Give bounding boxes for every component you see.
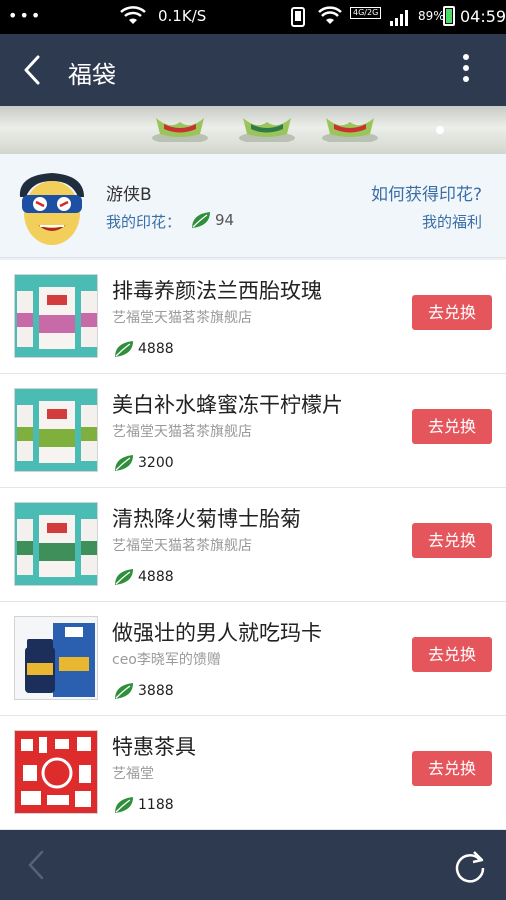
network-speed: 0.1K/S — [158, 7, 207, 25]
product-name: 美白补水蜂蜜冻干柠檬片 — [112, 393, 343, 417]
stamp-price: 1188 — [138, 797, 174, 813]
app-header: 福袋 — [0, 34, 506, 106]
leaf-icon — [113, 795, 135, 819]
avatar[interactable] — [12, 167, 92, 247]
product-image — [14, 616, 98, 700]
store-name: 艺福堂天猫茗茶旗舰店 — [112, 310, 252, 326]
cartoon-frog-image — [322, 118, 378, 142]
promo-banner[interactable] — [0, 106, 506, 154]
list-item[interactable]: 排毒养颜法兰西胎玫瑰 艺福堂天猫茗茶旗舰店 4888 去兑换 — [0, 260, 506, 374]
chevron-left-icon — [28, 850, 44, 880]
product-name: 清热降火菊博士胎菊 — [112, 507, 301, 531]
leaf-icon — [113, 453, 135, 477]
status-bar: ••• 0.1K/S 4G/2G 89% 04:59 — [0, 0, 506, 34]
refresh-icon — [455, 851, 485, 883]
cartoon-frog-image — [152, 118, 208, 142]
stamp-price: 3200 — [138, 455, 174, 471]
wifi-icon — [120, 6, 146, 30]
store-name: 艺福堂天猫茗茶旗舰店 — [112, 424, 252, 440]
product-image — [14, 274, 98, 358]
more-vertical-icon — [463, 54, 469, 60]
how-to-get-stamps-link[interactable]: 如何获得印花? — [371, 180, 482, 205]
cartoon-frog-image — [239, 118, 295, 142]
stamp-price: 4888 — [138, 569, 174, 585]
battery-icon — [443, 6, 455, 26]
redeem-button[interactable]: 去兑换 — [412, 751, 492, 786]
leaf-icon — [113, 567, 135, 591]
notification-dots: ••• — [8, 6, 43, 25]
product-image — [14, 502, 98, 586]
reward-list: 排毒养颜法兰西胎玫瑰 艺福堂天猫茗茶旗舰店 4888 去兑换 美白补水蜂蜜冻干柠… — [0, 260, 506, 830]
redeem-button[interactable]: 去兑换 — [412, 523, 492, 558]
leaf-icon — [190, 210, 212, 234]
product-image — [14, 730, 98, 814]
product-image — [14, 388, 98, 472]
my-welfare-link[interactable]: 我的福利 — [422, 211, 482, 232]
redeem-button[interactable]: 去兑换 — [412, 409, 492, 444]
user-panel: 游侠B 我的印花： 94 如何获得印花? 我的福利 — [0, 154, 506, 258]
more-menu-button[interactable] — [456, 54, 476, 86]
battery-percent: 89% — [418, 9, 445, 23]
chevron-left-icon — [24, 55, 40, 85]
list-item[interactable]: 清热降火菊博士胎菊 艺福堂天猫茗茶旗舰店 4888 去兑换 — [0, 488, 506, 602]
product-name: 做强壮的男人就吃玛卡 — [112, 621, 322, 645]
stamp-label: 我的印花： — [106, 213, 182, 231]
leaf-icon — [113, 681, 135, 705]
store-name: 艺福堂 — [112, 766, 154, 782]
page-title: 福袋 — [68, 61, 116, 89]
wifi-icon — [318, 6, 342, 30]
list-item[interactable]: 特惠茶具 艺福堂 1188 去兑换 — [0, 716, 506, 830]
stamp-price: 4888 — [138, 341, 174, 357]
network-type-badge: 4G/2G — [350, 7, 382, 19]
product-name: 排毒养颜法兰西胎玫瑰 — [112, 279, 322, 303]
store-name: ceo李晓军的馈赠 — [112, 652, 221, 668]
stamp-count: 94 — [215, 211, 235, 229]
clock: 04:59 — [460, 7, 506, 26]
user-name: 游侠B — [106, 185, 152, 205]
redeem-button[interactable]: 去兑换 — [412, 637, 492, 672]
bottom-toolbar — [0, 830, 506, 900]
phone-signal-icon — [290, 7, 310, 31]
store-name: 艺福堂天猫茗茶旗舰店 — [112, 538, 252, 554]
banner-page-indicator — [436, 126, 444, 134]
cell-signal-icon — [388, 8, 414, 30]
redeem-button[interactable]: 去兑换 — [412, 295, 492, 330]
product-name: 特惠茶具 — [112, 735, 196, 759]
browser-back-button[interactable] — [24, 849, 48, 881]
list-item[interactable]: 美白补水蜂蜜冻干柠檬片 艺福堂天猫茗茶旗舰店 3200 去兑换 — [0, 374, 506, 488]
refresh-button[interactable] — [452, 848, 488, 884]
list-item[interactable]: 做强壮的男人就吃玛卡 ceo李晓军的馈赠 3888 去兑换 — [0, 602, 506, 716]
stamp-price: 3888 — [138, 683, 174, 699]
back-button[interactable] — [18, 54, 48, 86]
leaf-icon — [113, 339, 135, 363]
